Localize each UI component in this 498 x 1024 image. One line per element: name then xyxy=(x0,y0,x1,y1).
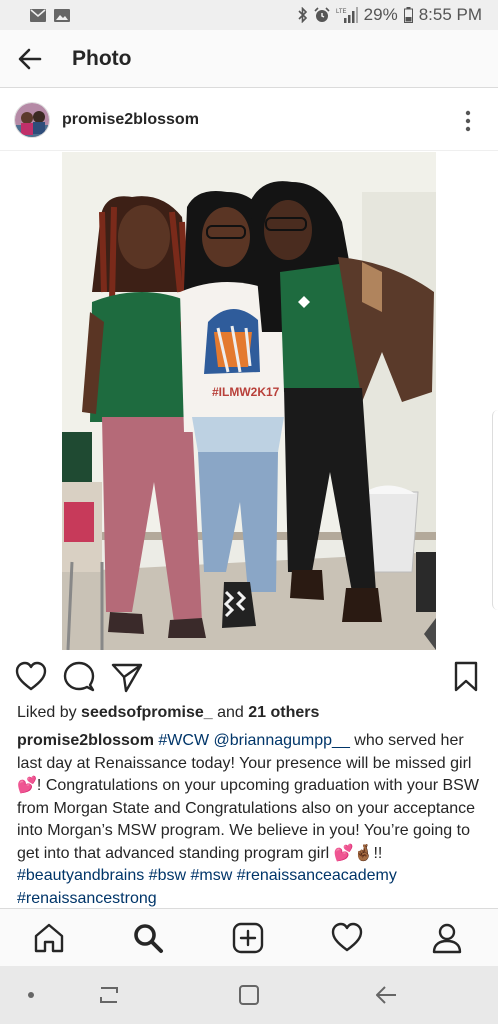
post-username[interactable]: promise2blossom xyxy=(62,111,199,129)
nav-add-post[interactable] xyxy=(231,921,265,955)
nav-profile[interactable] xyxy=(430,921,464,955)
more-options-button[interactable] xyxy=(458,109,478,133)
post-photo-area[interactable]: #ILMW2K17 xyxy=(0,152,498,650)
likes-others[interactable]: 21 others xyxy=(248,704,319,721)
alarm-icon xyxy=(314,7,330,22)
profile-icon xyxy=(432,923,462,954)
heart-icon xyxy=(15,661,47,691)
liker-username[interactable]: seedsofpromise_ xyxy=(81,704,213,721)
nav-search[interactable] xyxy=(131,921,165,955)
nav-home[interactable] xyxy=(32,921,66,955)
shirt-text: #ILMW2K17 xyxy=(212,385,280,399)
like-button[interactable] xyxy=(14,660,48,694)
nav-activity[interactable] xyxy=(330,921,364,955)
bluetooth-icon xyxy=(298,7,307,23)
search-icon xyxy=(134,924,163,953)
likes-summary[interactable]: Liked by seedsofpromise_ and 21 others xyxy=(17,704,319,722)
mention-link[interactable]: @briannagumpp__ xyxy=(214,732,350,749)
battery-icon xyxy=(403,7,413,23)
post-photo[interactable]: #ILMW2K17 xyxy=(62,152,436,650)
image-icon xyxy=(54,8,70,22)
hashtag-msw[interactable]: #msw xyxy=(190,867,232,884)
hashtag-beautyandbrains[interactable]: #beautyandbrains xyxy=(17,867,144,884)
system-back-button[interactable] xyxy=(374,984,400,1006)
add-post-icon xyxy=(232,922,264,954)
photo-illustration: #ILMW2K17 xyxy=(62,152,436,650)
status-system: LTE 29% 8:55 PM xyxy=(298,5,482,25)
comment-button[interactable] xyxy=(62,660,96,694)
likes-middle: and xyxy=(212,704,249,721)
system-navigation xyxy=(0,966,498,1024)
save-button[interactable] xyxy=(452,660,486,694)
home-system-button[interactable] xyxy=(236,984,262,1006)
recent-apps-button[interactable] xyxy=(96,984,122,1006)
heart-icon xyxy=(331,922,363,952)
more-vertical-icon xyxy=(465,110,471,132)
status-bar: LTE 29% 8:55 PM xyxy=(0,0,498,30)
status-notifications xyxy=(30,8,70,22)
emoji-pair: 💕🤞🏾 xyxy=(333,844,374,862)
arrow-left-icon xyxy=(376,986,396,1004)
home-icon xyxy=(34,923,64,953)
heart-emoji: 💕 xyxy=(17,777,37,794)
caption-username[interactable]: promise2blossom xyxy=(17,732,154,749)
back-button[interactable] xyxy=(0,30,60,88)
page-title: Photo xyxy=(72,46,132,70)
hashtag-renaissancestrong[interactable]: #renaissancestrong xyxy=(17,890,157,907)
recent-apps-icon xyxy=(100,987,118,1003)
scroll-indicator[interactable] xyxy=(492,410,498,610)
likes-prefix: Liked by xyxy=(17,704,82,721)
hashtag-wcw[interactable]: #WCW xyxy=(158,732,209,749)
app-header: Photo xyxy=(0,30,498,88)
caption-text-3: !! xyxy=(373,844,383,862)
hashtag-bsw[interactable]: #bsw xyxy=(149,867,186,884)
comment-icon xyxy=(63,661,95,692)
mail-icon xyxy=(30,8,46,22)
svg-text:LTE: LTE xyxy=(336,9,347,15)
caption-text-2: ! Congratulations on your upcoming gradu… xyxy=(17,777,479,862)
post-actions xyxy=(0,656,498,700)
avatar-image xyxy=(15,102,49,137)
square-home-icon xyxy=(239,985,259,1005)
signal-icon: LTE xyxy=(336,7,358,23)
post-caption: promise2blossom #WCW @briannagumpp__ who… xyxy=(17,730,483,910)
post-header: promise2blossom xyxy=(0,89,498,151)
arrow-left-icon xyxy=(18,48,42,69)
avatar[interactable] xyxy=(14,101,50,138)
battery-percent: 29% xyxy=(363,5,398,24)
dot-icon xyxy=(28,992,34,998)
bottom-navigation xyxy=(0,908,498,966)
send-icon xyxy=(111,663,143,693)
bookmark-icon xyxy=(454,661,478,692)
share-button[interactable] xyxy=(110,660,144,694)
clock: 8:55 PM xyxy=(418,5,482,24)
hashtag-renaissanceacademy[interactable]: #renaissanceacademy xyxy=(237,867,397,884)
system-dot-button[interactable] xyxy=(18,984,44,1006)
